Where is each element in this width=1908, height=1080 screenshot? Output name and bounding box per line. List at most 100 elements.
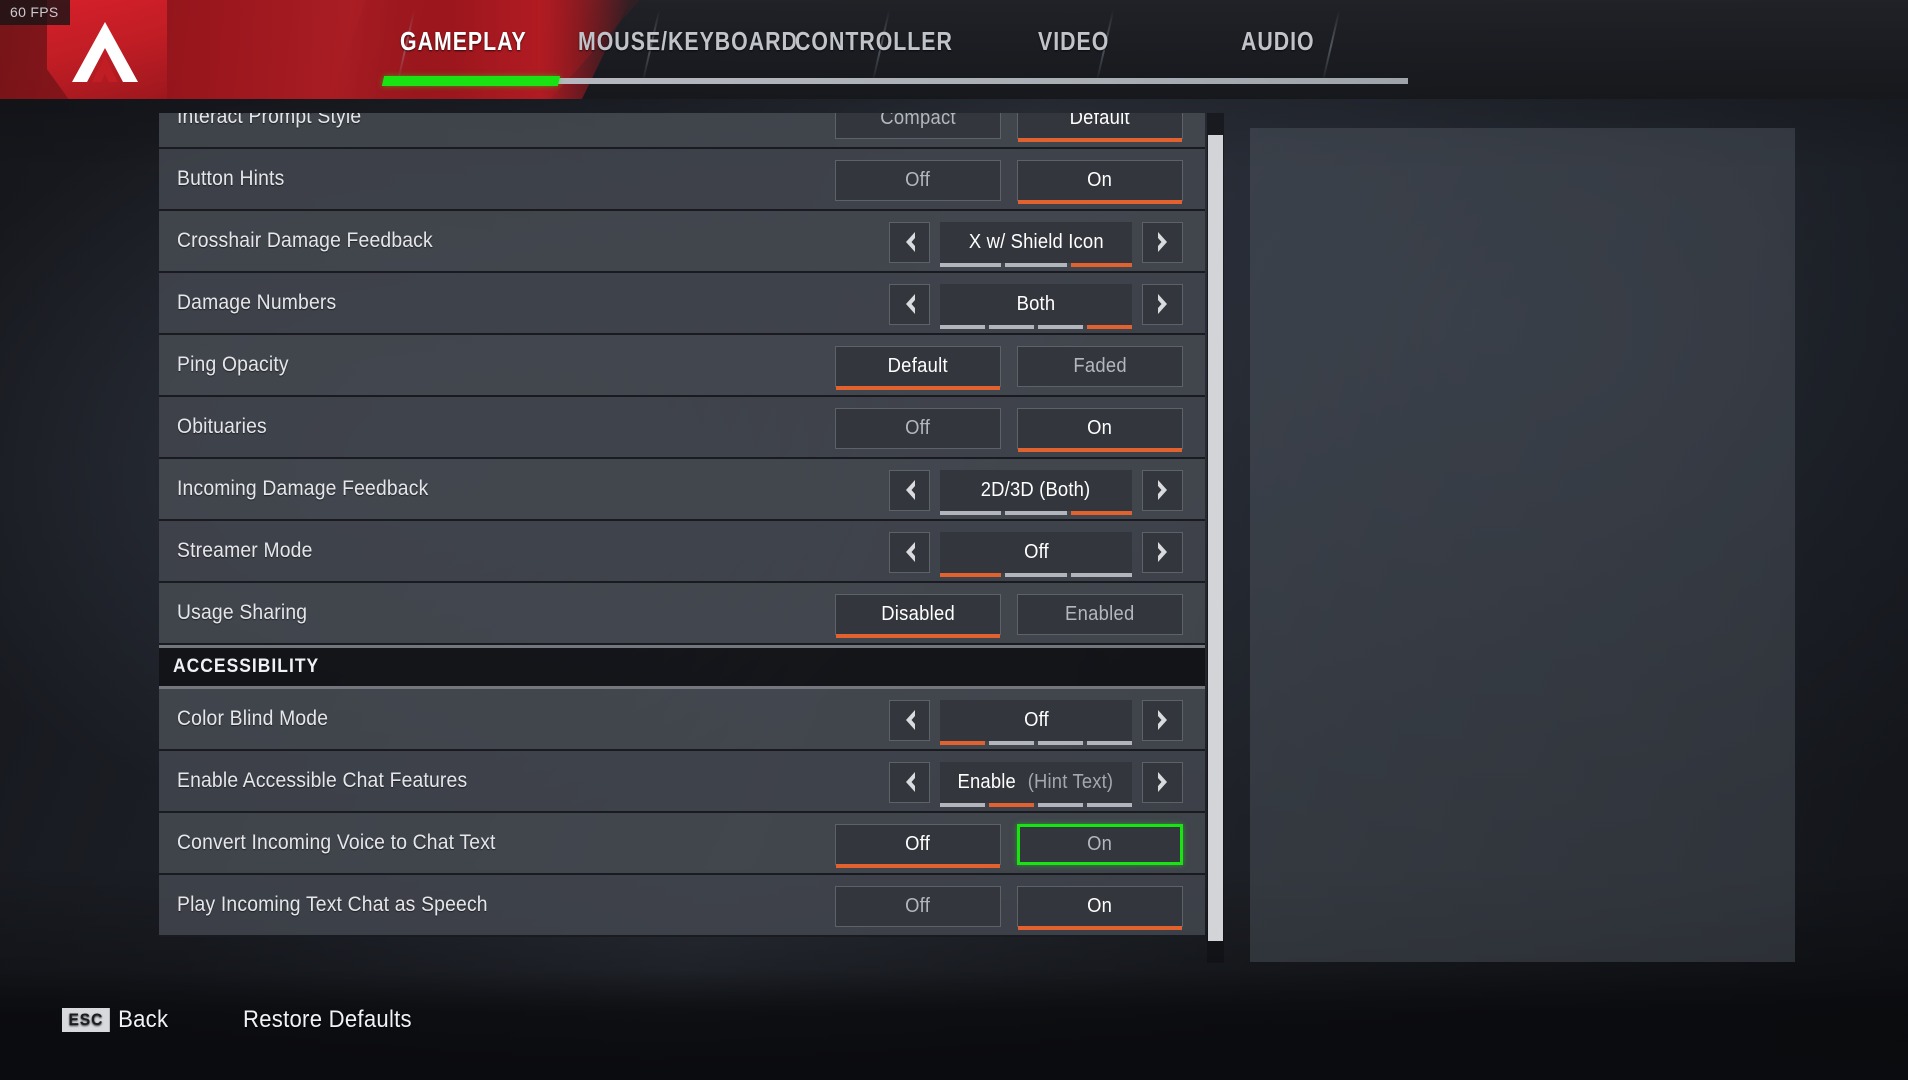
setting-row[interactable]: Convert Incoming Voice to Chat Text Off On <box>159 813 1205 875</box>
chevron-left-icon[interactable] <box>889 699 930 741</box>
setting-controls: 2D/3D (Both) <box>889 459 1183 521</box>
selector-value-box[interactable]: Both <box>940 283 1132 329</box>
setting-label: Enable Accessible Chat Features <box>177 769 468 792</box>
toggle-option-label: On <box>1087 168 1113 191</box>
toggle-option-label: Enabled <box>1065 602 1135 625</box>
toggle-option-button[interactable]: Off <box>835 159 1001 201</box>
setting-row[interactable]: Streamer Mode Off <box>159 521 1205 583</box>
chevron-left-icon[interactable] <box>889 469 930 511</box>
settings-tabs[interactable]: GAMEPLAY MOUSE/KEYBOARD CONTROLLER VIDEO AUD… <box>0 0 1908 99</box>
chevron-left-icon[interactable] <box>889 531 930 573</box>
settings-rows-viewport: Interact Prompt Style Compact Default Butto… <box>159 113 1205 963</box>
toggle-option-button[interactable]: Compact <box>835 113 1001 139</box>
selector-value: 2D/3D (Both) <box>981 478 1091 501</box>
setting-row[interactable]: Ping Opacity Default Faded <box>159 335 1205 397</box>
tab-video[interactable]: VIDEO <box>1038 26 1109 57</box>
selector-value-box[interactable]: 2D/3D (Both) <box>940 469 1132 515</box>
toggle-option-button[interactable]: Faded <box>1017 345 1183 387</box>
selector-value-box[interactable]: Off <box>940 531 1132 577</box>
setting-controls: Off On <box>835 813 1183 875</box>
setting-label: Play Incoming Text Chat as Speech <box>177 893 488 916</box>
setting-row[interactable]: Button Hints Off On <box>159 149 1205 211</box>
toggle-option-label: Off <box>905 894 931 917</box>
chevron-left-icon[interactable] <box>889 221 930 263</box>
toggle-option-button[interactable]: Off <box>835 407 1001 449</box>
chevron-right-icon[interactable] <box>1142 761 1183 803</box>
toggle-option-button[interactable]: On <box>1017 407 1183 452</box>
settings-rows: Interact Prompt Style Compact Default Butto… <box>159 113 1205 937</box>
chevron-right-icon[interactable] <box>1142 221 1183 263</box>
chevron-left-icon[interactable] <box>889 761 930 803</box>
toggle-option-button[interactable]: Default <box>1017 113 1183 142</box>
toggle-option-button[interactable]: Default <box>835 345 1001 390</box>
selector-value-box[interactable]: Enable (Hint Text) <box>940 761 1132 807</box>
setting-label: Button Hints <box>177 167 285 190</box>
selector-value-box[interactable]: Off <box>940 699 1132 745</box>
toggle-option-button[interactable]: Off <box>835 885 1001 927</box>
setting-label: Ping Opacity <box>177 353 289 376</box>
setting-label: Incoming Damage Feedback <box>177 477 429 500</box>
setting-row[interactable]: Play Incoming Text Chat as Speech Off On <box>159 875 1205 937</box>
toggle-option-label: On <box>1087 894 1113 917</box>
tab-gameplay[interactable]: GAMEPLAY <box>400 26 527 57</box>
toggle-option-label: Default <box>887 354 949 377</box>
selector-value: Off <box>1023 708 1049 731</box>
selector-segment <box>1087 324 1132 329</box>
selector-value-box[interactable]: X w/ Shield Icon <box>940 221 1132 267</box>
toggle-option-button[interactable]: On <box>1017 885 1183 930</box>
restore-defaults-button[interactable]: Restore Defaults <box>243 1006 412 1034</box>
setting-controls: Off <box>889 521 1183 583</box>
footer-bar: ESC Back Restore Defaults <box>0 970 1908 1080</box>
setting-controls: Default Faded <box>835 335 1183 397</box>
setting-controls: Off On <box>835 149 1183 211</box>
toggle-option-button[interactable]: On <box>1017 159 1183 204</box>
selector-segment <box>989 740 1034 745</box>
scrollbar-thumb[interactable] <box>1208 135 1223 941</box>
setting-row[interactable]: Obituaries Off On <box>159 397 1205 459</box>
setting-row[interactable]: Damage Numbers Both <box>159 273 1205 335</box>
settings-scrollbar[interactable] <box>1207 113 1224 963</box>
setting-label: Interact Prompt Style <box>177 113 362 128</box>
toggle-option-label: Off <box>905 168 931 191</box>
selector-segment <box>1005 510 1067 515</box>
toggle-option-button[interactable]: On <box>1017 823 1183 865</box>
setting-row[interactable]: Enable Accessible Chat Features Enable (Hi… <box>159 751 1205 813</box>
setting-row[interactable]: Usage Sharing Disabled Enabled <box>159 583 1205 645</box>
selector-segment <box>940 740 985 745</box>
chevron-right-icon[interactable] <box>1142 699 1183 741</box>
selector-hint-text: (Hint Text) <box>1027 770 1114 793</box>
setting-row[interactable]: Interact Prompt Style Compact Default <box>159 113 1205 149</box>
selector-segment <box>1038 802 1083 807</box>
setting-controls: X w/ Shield Icon <box>889 211 1183 273</box>
chevron-right-icon[interactable] <box>1142 469 1183 511</box>
settings-section-header: ACCESSIBILITY <box>159 645 1205 689</box>
setting-controls: Both <box>889 273 1183 335</box>
selector-value: Both <box>1016 292 1056 315</box>
chevron-left-icon[interactable] <box>889 283 930 325</box>
selector-segments <box>940 802 1132 807</box>
toggle-option-label: Faded <box>1073 354 1127 377</box>
tab-controller[interactable]: CONTROLLER <box>795 26 953 57</box>
tab-separator-4 <box>1321 10 1341 82</box>
setting-controls: Enable (Hint Text) <box>889 751 1183 813</box>
chevron-right-icon[interactable] <box>1142 283 1183 325</box>
selector-segments <box>940 740 1132 745</box>
toggle-option-label: Default <box>1069 113 1131 129</box>
back-button[interactable]: ESC Back <box>62 1006 168 1034</box>
toggle-option-button[interactable]: Off <box>835 823 1001 868</box>
setting-label: Color Blind Mode <box>177 707 329 730</box>
setting-row[interactable]: Incoming Damage Feedback 2D/3D (Both) <box>159 459 1205 521</box>
chevron-right-icon[interactable] <box>1142 531 1183 573</box>
toggle-option-label: On <box>1087 416 1113 439</box>
top-navigation-bar: GAMEPLAY MOUSE/KEYBOARD CONTROLLER VIDEO AUD… <box>0 0 1908 99</box>
toggle-option-button[interactable]: Enabled <box>1017 593 1183 635</box>
tab-mouse-keyboard[interactable]: MOUSE/KEYBOARD <box>578 26 798 57</box>
settings-panel: Interact Prompt Style Compact Default Butto… <box>159 113 1205 963</box>
section-title: ACCESSIBILITY <box>173 656 320 677</box>
toggle-option-button[interactable]: Disabled <box>835 593 1001 638</box>
selector-segment <box>940 510 1002 515</box>
setting-row[interactable]: Crosshair Damage Feedback X w/ Shield Ico… <box>159 211 1205 273</box>
setting-row[interactable]: Color Blind Mode Off <box>159 689 1205 751</box>
restore-defaults-label: Restore Defaults <box>243 1006 412 1033</box>
tab-audio[interactable]: AUDIO <box>1241 26 1315 57</box>
